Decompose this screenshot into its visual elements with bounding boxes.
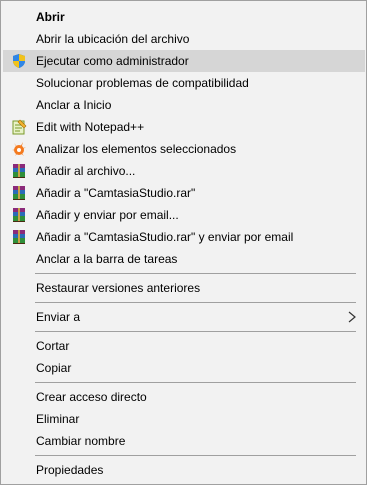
menu-item-label: Cortar [36, 339, 70, 353]
winrar-icon [11, 163, 27, 179]
menu-item-label: Anclar a Inicio [36, 98, 112, 112]
menu-item-label: Abrir [36, 10, 65, 24]
menu-separator [35, 331, 356, 332]
menu-item-label: Copiar [36, 361, 72, 375]
winrar-icon [11, 229, 27, 245]
menu-item-label: Propiedades [36, 463, 104, 477]
menu-item-label: Anclar a la barra de tareas [36, 252, 178, 266]
menu-item-label: Añadir a "CamtasiaStudio.rar" y enviar p… [36, 230, 294, 244]
menu-item-label: Cambiar nombre [36, 434, 126, 448]
menu-item-copy[interactable]: Copiar [3, 357, 365, 379]
menu-item-label: Abrir la ubicación del archivo [36, 32, 190, 46]
menu-item-add-and-email[interactable]: Añadir y enviar por email... [3, 204, 365, 226]
menu-separator [35, 382, 356, 383]
menu-item-label: Añadir y enviar por email... [36, 208, 179, 222]
menu-item-open-file-location[interactable]: Abrir la ubicación del archivo [3, 28, 365, 50]
menu-item-scan-selected[interactable]: Analizar los elementos seleccionados [3, 138, 365, 160]
menu-item-label: Enviar a [36, 310, 81, 324]
menu-item-label: Edit with Notepad++ [36, 120, 145, 134]
menu-item-create-shortcut[interactable]: Crear acceso directo [3, 386, 365, 408]
menu-item-delete[interactable]: Eliminar [3, 408, 365, 430]
menu-item-label: Añadir al archivo... [36, 164, 136, 178]
menu-item-label: Añadir a "CamtasiaStudio.rar" [36, 186, 196, 200]
menu-item-label: Crear acceso directo [36, 390, 147, 404]
menu-item-pin-to-start[interactable]: Anclar a Inicio [3, 94, 365, 116]
menu-separator [35, 273, 356, 274]
menu-separator [35, 302, 356, 303]
menu-item-label: Restaurar versiones anteriores [36, 281, 201, 295]
menu-item-add-to-rar-and-email[interactable]: Añadir a "CamtasiaStudio.rar" y enviar p… [3, 226, 365, 248]
menu-item-add-to-archive[interactable]: Añadir al archivo... [3, 160, 365, 182]
menu-item-add-to-rar[interactable]: Añadir a "CamtasiaStudio.rar" [3, 182, 365, 204]
menu-item-run-as-admin[interactable]: Ejecutar como administrador [3, 50, 365, 72]
menu-item-label: Analizar los elementos seleccionados [36, 142, 237, 156]
menu-item-properties[interactable]: Propiedades [3, 459, 365, 481]
menu-item-restore-previous-versions[interactable]: Restaurar versiones anteriores [3, 277, 365, 299]
menu-item-label: Eliminar [36, 412, 80, 426]
menu-item-send-to[interactable]: Enviar a [3, 306, 365, 328]
winrar-icon [11, 185, 27, 201]
menu-item-pin-to-taskbar[interactable]: Anclar a la barra de tareas [3, 248, 365, 270]
menu-item-label: Ejecutar como administrador [36, 54, 189, 68]
menu-item-cut[interactable]: Cortar [3, 335, 365, 357]
notepad-plus-plus-icon [11, 119, 27, 135]
uac-shield-icon [11, 53, 27, 69]
menu-item-rename[interactable]: Cambiar nombre [3, 430, 365, 452]
menu-item-troubleshoot-compatibility[interactable]: Solucionar problemas de compatibilidad [3, 72, 365, 94]
menu-separator [35, 455, 356, 456]
context-menu: Abrir Abrir la ubicación del archivo Eje… [0, 0, 367, 485]
menu-item-open[interactable]: Abrir [3, 6, 365, 28]
avast-icon [11, 141, 27, 157]
chevron-right-icon [347, 311, 357, 323]
winrar-icon [11, 207, 27, 223]
menu-item-edit-with-notepad[interactable]: Edit with Notepad++ [3, 116, 365, 138]
menu-item-label: Solucionar problemas de compatibilidad [36, 76, 249, 90]
